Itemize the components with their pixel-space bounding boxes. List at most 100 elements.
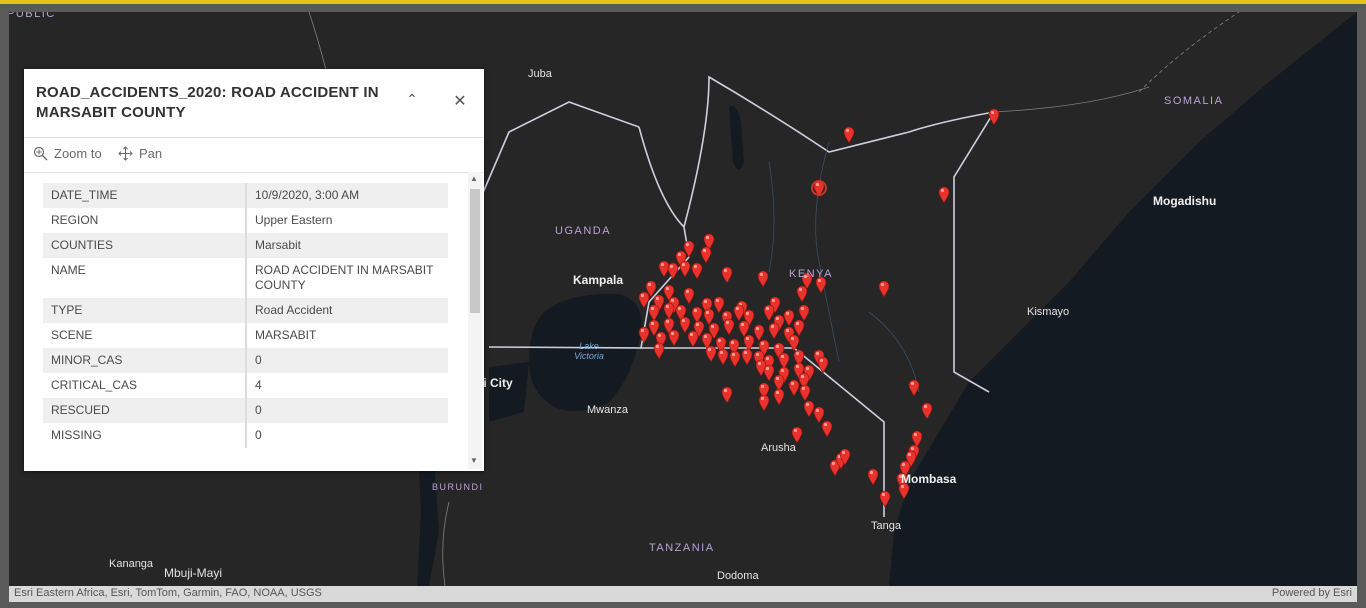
table-row: DATE_TIME 10/9/2020, 3:00 AM <box>43 183 448 208</box>
accident-marker-icon[interactable] <box>921 402 933 420</box>
field-value: Marsabit <box>246 233 448 258</box>
field-name: SCENE <box>43 323 247 348</box>
accident-marker-icon[interactable] <box>691 306 703 324</box>
accident-marker-icon[interactable] <box>793 319 805 337</box>
accident-marker-icon[interactable] <box>687 330 699 348</box>
accident-marker-icon[interactable] <box>723 318 735 336</box>
accident-marker-icon[interactable] <box>938 186 950 204</box>
accident-marker-icon[interactable] <box>879 490 891 508</box>
field-name: CRITICAL_CAS <box>43 373 247 398</box>
accident-marker-icon[interactable] <box>738 320 750 338</box>
pan-button[interactable]: Pan <box>118 146 162 161</box>
chevron-up-icon[interactable]: ⌃ <box>402 91 422 111</box>
map-attribution: Esri Eastern Africa, Esri, TomTom, Garmi… <box>9 586 1357 602</box>
accident-marker-icon[interactable] <box>768 322 780 340</box>
field-value: Upper Eastern <box>246 208 448 233</box>
table-row: RESCUED 0 <box>43 398 448 423</box>
table-row: COUNTIES Marsabit <box>43 233 448 258</box>
zoom-to-button[interactable]: Zoom to <box>33 146 102 161</box>
pan-icon <box>118 146 133 161</box>
accident-marker-icon[interactable] <box>778 352 790 370</box>
scrollbar-thumb[interactable] <box>470 189 480 313</box>
accident-marker-icon[interactable] <box>705 345 717 363</box>
accident-marker-icon[interactable] <box>788 379 800 397</box>
accident-marker-icon[interactable] <box>757 270 769 288</box>
label-kampala: Kampala <box>573 273 624 287</box>
label-mombasa: Mombasa <box>901 472 957 486</box>
accident-marker-icon[interactable] <box>679 260 691 278</box>
accident-marker-icon[interactable] <box>700 246 712 264</box>
field-name: REGION <box>43 208 247 233</box>
field-value: MARSABIT <box>246 323 448 348</box>
accident-marker-icon[interactable] <box>796 285 808 303</box>
label-li-city: li City <box>480 376 513 390</box>
accident-marker-icon[interactable] <box>663 302 675 320</box>
accident-marker-icon[interactable] <box>753 324 765 342</box>
accident-marker-icon[interactable] <box>788 334 800 352</box>
accident-marker-icon[interactable] <box>817 356 829 374</box>
field-value: 0 <box>246 423 448 448</box>
accident-marker-icon[interactable] <box>803 400 815 418</box>
accident-marker-icon[interactable] <box>648 304 660 322</box>
popup-title: ROAD_ACCIDENTS_2020: ROAD ACCIDENT IN MA… <box>36 84 379 121</box>
field-value: 10/9/2020, 3:00 AM <box>246 183 448 208</box>
accident-marker-icon[interactable] <box>679 316 691 334</box>
accident-marker-icon[interactable] <box>658 260 670 278</box>
attribute-table: DATE_TIME 10/9/2020, 3:00 AM REGION Upper E… <box>43 183 448 448</box>
attribute-table-container[interactable]: DATE_TIME 10/9/2020, 3:00 AM REGION Upper E… <box>24 172 484 471</box>
accident-marker-icon[interactable] <box>813 406 825 424</box>
field-name: COUNTIES <box>43 233 247 258</box>
accident-marker-icon[interactable] <box>773 388 785 406</box>
accident-marker-icon[interactable] <box>713 296 725 314</box>
accident-marker-icon[interactable] <box>653 342 665 360</box>
table-row: REGION Upper Eastern <box>43 208 448 233</box>
scroll-down-arrow-icon[interactable]: ▼ <box>470 456 478 465</box>
table-row: TYPE Road Accident <box>43 298 448 323</box>
accident-marker-icon[interactable] <box>911 430 923 448</box>
field-value: ROAD ACCIDENT IN MARSABIT COUNTY <box>246 258 448 298</box>
accident-marker-icon[interactable] <box>721 266 733 284</box>
table-row: MISSING 0 <box>43 423 448 448</box>
accident-marker-icon[interactable] <box>691 262 703 280</box>
field-name: RESCUED <box>43 398 247 423</box>
accident-marker-icon[interactable] <box>668 329 680 347</box>
field-value: 0 <box>246 398 448 423</box>
accident-marker-icon[interactable] <box>758 394 770 412</box>
attribution-text[interactable]: Esri Eastern Africa, Esri, TomTom, Garmi… <box>14 587 322 599</box>
accident-marker-icon[interactable] <box>763 304 775 322</box>
label-dodoma: Dodoma <box>717 570 759 582</box>
scroll-up-arrow-icon[interactable]: ▲ <box>470 174 478 183</box>
table-row: CRITICAL_CAS 4 <box>43 373 448 398</box>
accident-marker-icon[interactable] <box>733 304 745 322</box>
accident-marker-icon[interactable] <box>763 364 775 382</box>
accident-marker-icon[interactable] <box>799 384 811 402</box>
accident-marker-icon[interactable] <box>683 287 695 305</box>
accident-marker-icon[interactable] <box>667 262 679 280</box>
accident-marker-icon[interactable] <box>798 304 810 322</box>
close-icon[interactable]: ✕ <box>450 91 470 111</box>
accident-marker-icon[interactable] <box>783 309 795 327</box>
label-public: PUBLIC <box>9 12 56 20</box>
field-name: DATE_TIME <box>43 183 247 208</box>
popup-scrollbar[interactable]: ▲ ▼ <box>468 172 482 469</box>
accident-marker-icon[interactable] <box>638 326 650 344</box>
accident-marker-icon[interactable] <box>717 348 729 366</box>
powered-by-esri[interactable]: Powered by Esri <box>1272 587 1352 599</box>
field-value: 0 <box>246 348 448 373</box>
accident-marker-icon[interactable] <box>743 334 755 352</box>
accident-marker-icon[interactable] <box>908 379 920 397</box>
accident-marker-icon[interactable] <box>791 426 803 444</box>
accident-marker-icon[interactable] <box>729 350 741 368</box>
accident-marker-icon[interactable] <box>988 108 1000 126</box>
popup-actions: Zoom to Pan <box>24 137 484 173</box>
accident-marker-icon[interactable] <box>741 348 753 366</box>
accident-marker-icon[interactable] <box>843 126 855 144</box>
accident-marker-icon[interactable] <box>821 420 833 438</box>
accident-marker-icon[interactable] <box>638 291 650 309</box>
accident-marker-icon[interactable] <box>878 280 890 298</box>
accident-marker-icon[interactable] <box>703 308 715 326</box>
accident-marker-icon[interactable] <box>721 386 733 404</box>
accident-marker-icon[interactable] <box>773 374 785 392</box>
accident-marker-icon[interactable] <box>867 468 879 486</box>
field-value: Road Accident <box>246 298 448 323</box>
